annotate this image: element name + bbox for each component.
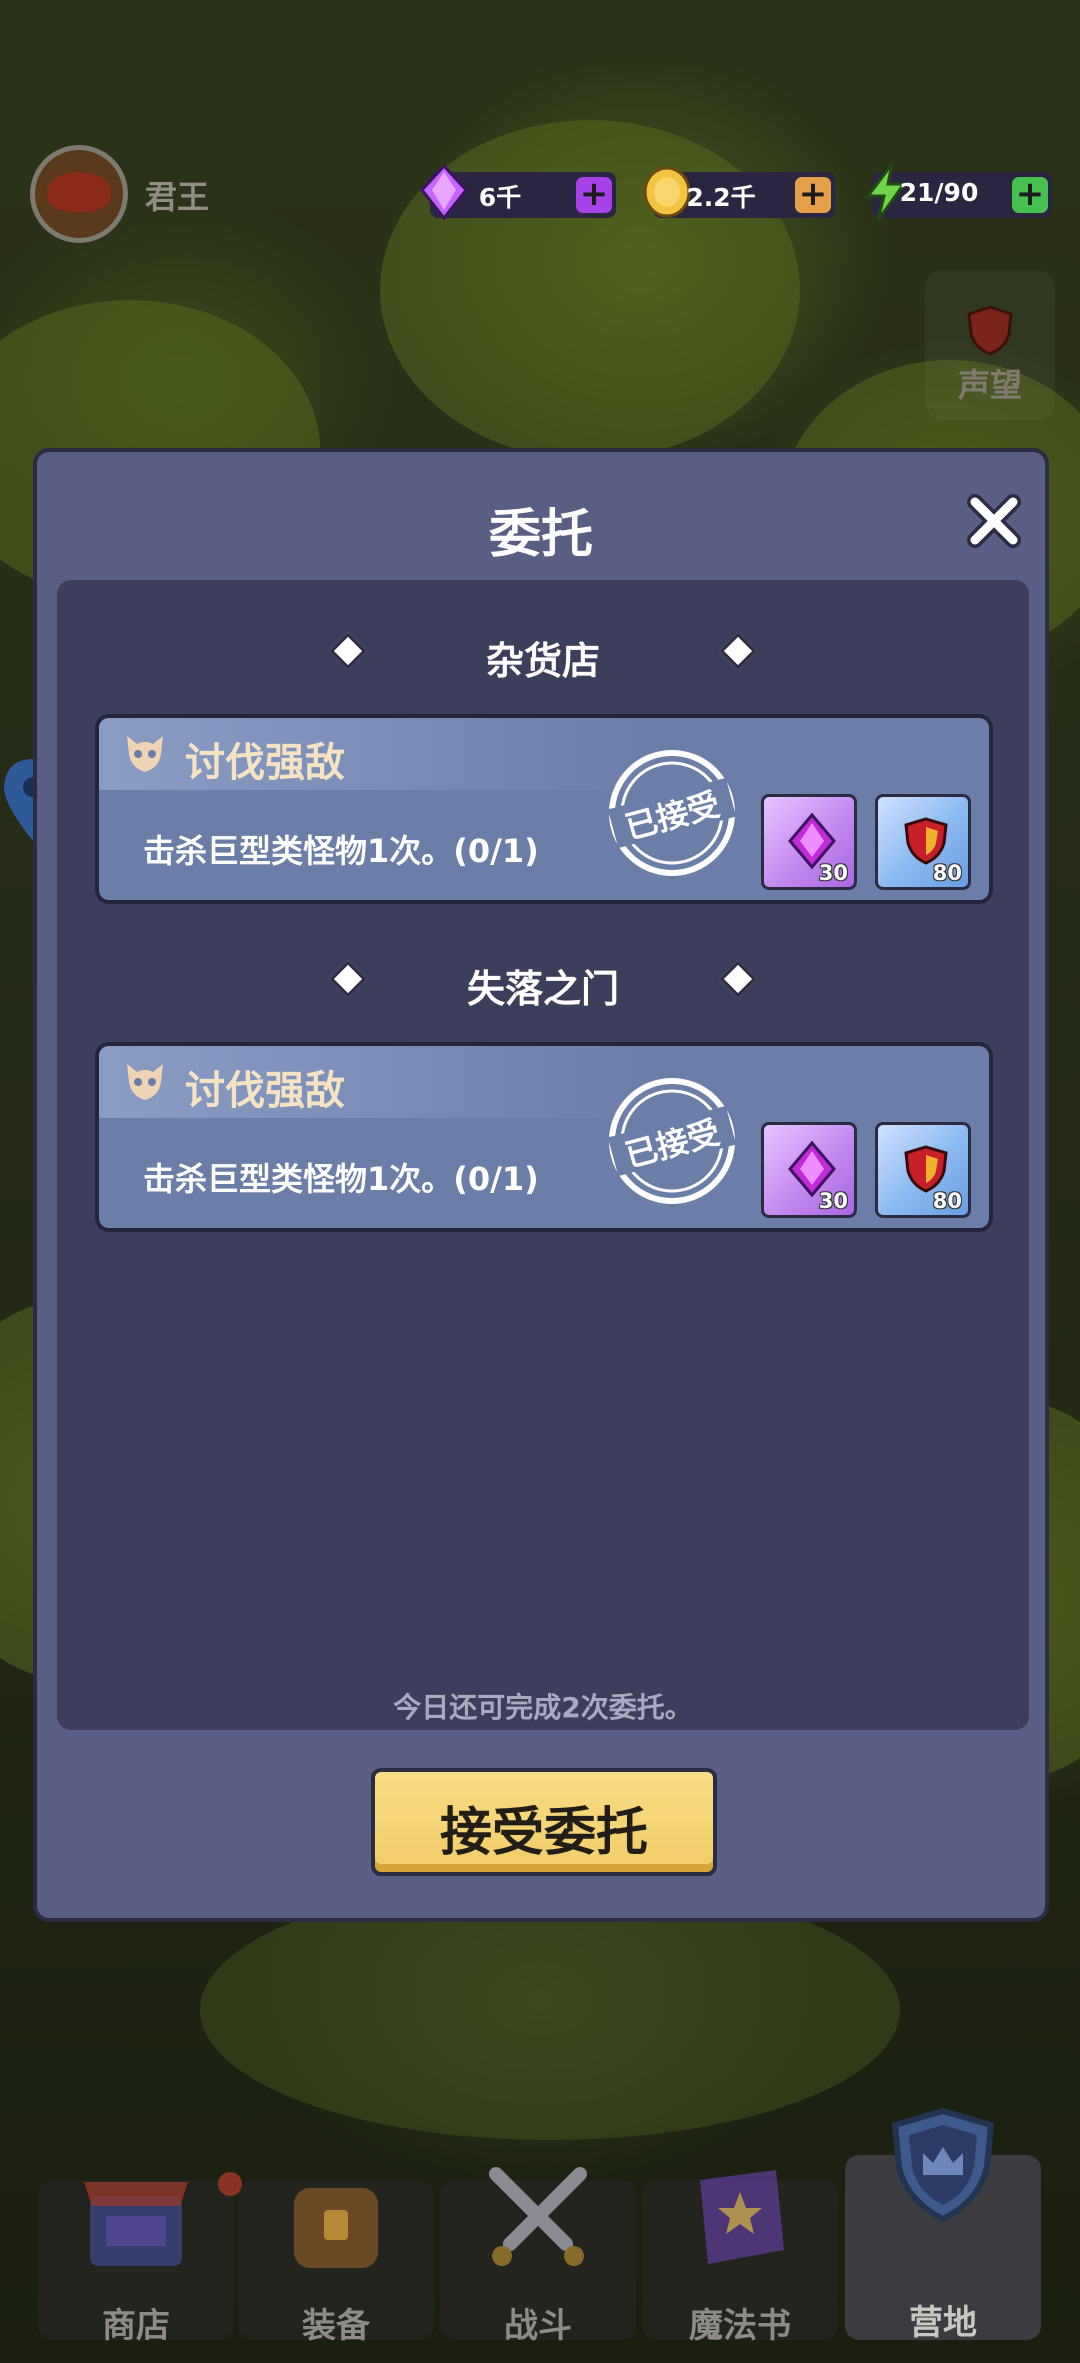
section-title: 失落之门 [466, 967, 619, 1011]
section-header: 杂货店 [57, 622, 1029, 683]
add-energy-button[interactable]: + [1012, 177, 1048, 213]
reward-amount: 80 [932, 1189, 962, 1213]
reward-gem[interactable]: 30 [761, 1122, 857, 1218]
section-title: 杂货店 [485, 639, 600, 683]
player-avatar[interactable] [30, 145, 128, 243]
quest-description: 击杀巨型类怪物1次。(0/1) [143, 1160, 539, 1198]
nav-label: 装备 [302, 2306, 370, 2346]
shop-icon [84, 2182, 188, 2266]
nav-label: 魔法书 [689, 2306, 791, 2346]
quest-card[interactable]: 讨伐强敌 击杀巨型类怪物1次。(0/1) 已接受 30 80 [95, 1042, 993, 1232]
quest-card[interactable]: 讨伐强敌 击杀巨型类怪物1次。(0/1) 已接受 30 80 [95, 714, 993, 904]
gold-counter[interactable]: 2.2千 + [643, 166, 835, 218]
nav-label: 战斗 [504, 2306, 572, 2346]
backpack-icon [294, 2188, 378, 2268]
accept-commission-button[interactable]: 接受委托 [371, 1768, 717, 1876]
nav-shop[interactable]: 商店 [38, 2180, 234, 2346]
bottom-nav: 商店 装备 战斗 魔法书 营地 [0, 2107, 1080, 2363]
add-gold-button[interactable]: + [795, 177, 831, 213]
reward-reputation[interactable]: 80 [875, 1122, 971, 1218]
quest-header: 讨伐强敌 [99, 718, 659, 790]
reward-reputation[interactable]: 80 [875, 794, 971, 890]
nav-label: 营地 [909, 2303, 977, 2343]
quest-title: 讨伐强敌 [185, 1068, 345, 1114]
quest-description: 击杀巨型类怪物1次。(0/1) [143, 832, 539, 870]
nav-label: 商店 [102, 2306, 170, 2346]
accept-button-label: 接受委托 [439, 1803, 648, 1863]
gem-value: 6千 [478, 183, 522, 212]
commission-list: 杂货店 讨伐强敌 击杀巨型类怪物1次。(0/1) 已接受 30 80 失落之门 … [57, 580, 1029, 1730]
energy-value: 21/90 [899, 178, 979, 207]
nav-equipment[interactable]: 装备 [238, 2180, 434, 2346]
quest-header: 讨伐强敌 [99, 1046, 659, 1118]
energy-counter[interactable]: 21/90 + [865, 163, 1052, 221]
player-name: 君王 [145, 178, 210, 216]
demon-skull-icon [127, 1064, 163, 1100]
close-icon[interactable] [965, 492, 1023, 550]
remaining-commissions-note: 今日还可完成2次委托。 [393, 1691, 693, 1724]
gem-counter[interactable]: 6千 + [420, 163, 616, 221]
gold-value: 2.2千 [686, 183, 756, 212]
nav-battle[interactable]: 战斗 [440, 2167, 636, 2346]
fame-label: 声望 [957, 366, 1022, 404]
shield-crown-icon [891, 2107, 995, 2223]
nav-camp[interactable]: 营地 [845, 2107, 1041, 2343]
swords-icon [489, 2167, 587, 2266]
reward-amount: 30 [818, 861, 848, 885]
reward-amount: 80 [932, 861, 962, 885]
fame-button[interactable]: 声望 [925, 270, 1055, 420]
commission-dialog: 委托 杂货店 讨伐强敌 击杀巨型类怪物1次。(0/1) 已接受 30 80 失落… [33, 448, 1049, 1922]
quest-title: 讨伐强敌 [185, 740, 345, 786]
accepted-stamp: 已接受 [607, 748, 737, 878]
accepted-stamp: 已接受 [607, 1076, 737, 1206]
add-gem-button[interactable]: + [576, 177, 612, 213]
notification-dot [218, 2172, 242, 2196]
nav-spellbook[interactable]: 魔法书 [642, 2170, 838, 2346]
reward-amount: 30 [818, 1189, 848, 1213]
dialog-title: 委托 [488, 505, 593, 565]
shield-icon [967, 305, 1013, 356]
section-header: 失落之门 [57, 950, 1029, 1011]
reward-gem[interactable]: 30 [761, 794, 857, 890]
demon-skull-icon [127, 736, 163, 772]
spellbook-icon [700, 2170, 784, 2264]
